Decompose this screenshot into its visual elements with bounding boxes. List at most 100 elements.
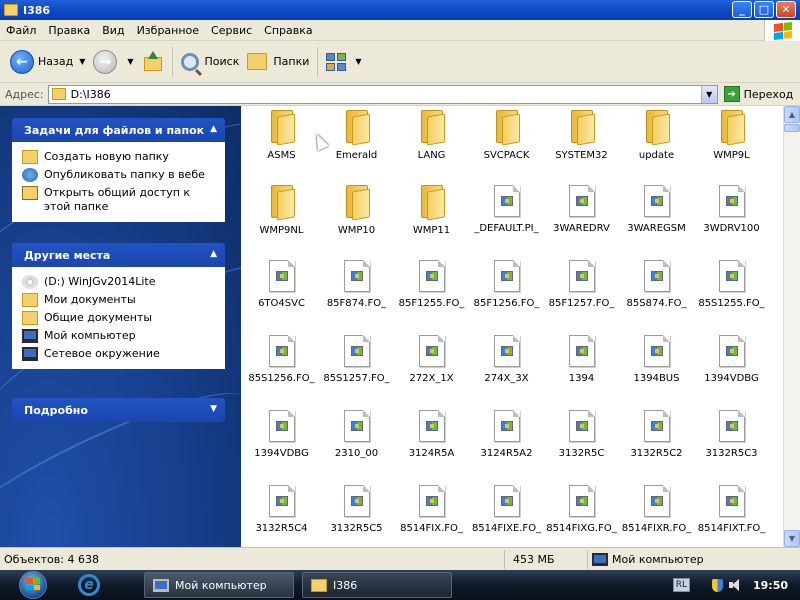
task-share-folder[interactable]: Открыть общий доступ к этой папке: [22, 184, 215, 216]
file-item[interactable]: 3WAREDRV: [544, 181, 619, 256]
file-item[interactable]: 274X_3X: [469, 331, 544, 406]
chevron-down-icon[interactable]: ▼: [355, 57, 361, 66]
expand-chevron-icon[interactable]: ▼: [210, 404, 217, 414]
taskbar-item-i386[interactable]: I386: [302, 572, 452, 598]
place-network[interactable]: Сетевое окружение: [22, 345, 215, 363]
folder-item[interactable]: update: [619, 106, 694, 181]
task-pane: Задачи для файлов и папок ▲ Создать нову…: [0, 106, 241, 547]
security-shield-icon[interactable]: [711, 578, 723, 592]
chevron-down-icon[interactable]: ▼: [127, 57, 133, 66]
file-item[interactable]: 1394VDBG: [694, 331, 769, 406]
file-item[interactable]: 6TO4SVC: [244, 256, 319, 331]
file-item[interactable]: 1394BUS: [619, 331, 694, 406]
file-item[interactable]: _DEFAULT.PI_: [469, 181, 544, 256]
file-item[interactable]: 8514FIXR.FO_: [619, 481, 694, 547]
shared-documents-icon: [22, 311, 38, 325]
network-icon: [22, 347, 38, 361]
minimize-button[interactable]: _: [732, 1, 752, 18]
folder-item[interactable]: SVCPACK: [469, 106, 544, 181]
file-item[interactable]: 85S1255.FO_: [694, 256, 769, 331]
menu-help[interactable]: Справка: [258, 24, 318, 37]
task-publish-web[interactable]: Опубликовать папку в вебе: [22, 166, 215, 184]
folder-item[interactable]: WMP9NL: [244, 181, 319, 256]
folder-item[interactable]: LANG: [394, 106, 469, 181]
place-my-documents[interactable]: Мои документы: [22, 291, 215, 309]
up-button[interactable]: [138, 44, 168, 80]
file-item[interactable]: 85F1257.FO_: [544, 256, 619, 331]
search-button[interactable]: Поиск: [177, 44, 244, 80]
scroll-thumb[interactable]: [784, 124, 800, 132]
file-item[interactable]: 3132R5C: [544, 406, 619, 481]
other-places-title: Другие места: [24, 248, 111, 262]
folders-button[interactable]: Папки: [243, 44, 313, 80]
menu-edit[interactable]: Правка: [42, 24, 96, 37]
file-item[interactable]: 85S874.FO_: [619, 256, 694, 331]
file-item[interactable]: 85F1255.FO_: [394, 256, 469, 331]
file-item[interactable]: 272X_1X: [394, 331, 469, 406]
folder-item[interactable]: ASMS: [244, 106, 319, 181]
file-item[interactable]: 3124R5A2: [469, 406, 544, 481]
folder-item[interactable]: Emerald: [319, 106, 394, 181]
menu-tools[interactable]: Сервис: [205, 24, 258, 37]
menu-file[interactable]: Файл: [0, 24, 42, 37]
folder-item[interactable]: WMP10: [319, 181, 394, 256]
file-item[interactable]: 3WAREGSM: [619, 181, 694, 256]
folder-item[interactable]: WMP11: [394, 181, 469, 256]
vertical-scrollbar[interactable]: ▲ ▼: [783, 106, 800, 547]
address-input[interactable]: D:\I386 ▼: [47, 84, 718, 104]
file-item[interactable]: 1394VDBG: [244, 406, 319, 481]
file-item[interactable]: 8514FIXE.FO_: [469, 481, 544, 547]
clock[interactable]: 19:50: [753, 579, 788, 592]
folder-item[interactable]: SYSTEM32: [544, 106, 619, 181]
place-label: Общие документы: [44, 311, 153, 324]
forward-button[interactable]: → ▼: [89, 44, 137, 80]
language-indicator[interactable]: RL: [672, 578, 690, 592]
file-item[interactable]: 85S1257.FO_: [319, 331, 394, 406]
file-item[interactable]: 3WDRV100: [694, 181, 769, 256]
file-item[interactable]: 85F874.FO_: [319, 256, 394, 331]
collapse-chevron-icon[interactable]: ▲: [210, 124, 217, 134]
menu-view[interactable]: Вид: [96, 24, 130, 37]
status-bar: Объектов: 4 638 453 МБ Мой компьютер: [0, 547, 800, 570]
file-item[interactable]: 8514FIXT.FO_: [694, 481, 769, 547]
views-button[interactable]: ▼: [322, 44, 365, 80]
chevron-down-icon[interactable]: ▼: [79, 57, 85, 66]
menu-favorites[interactable]: Избранное: [131, 24, 205, 37]
internet-explorer-icon[interactable]: e: [78, 574, 100, 596]
taskbar-item-my-computer[interactable]: Мой компьютер: [144, 572, 294, 598]
place-shared-documents[interactable]: Общие документы: [22, 309, 215, 327]
file-item[interactable]: 3132R5C4: [244, 481, 319, 547]
folder-item[interactable]: WMP9L: [694, 106, 769, 181]
system-file-icon: [568, 185, 595, 217]
file-item[interactable]: 8514FIXG.FO_: [544, 481, 619, 547]
system-file-icon: [418, 485, 445, 517]
file-item[interactable]: 3132R5C2: [619, 406, 694, 481]
close-button[interactable]: ✕: [776, 1, 796, 18]
maximize-button[interactable]: □: [754, 1, 774, 18]
file-tasks-header[interactable]: Задачи для файлов и папок ▲: [12, 118, 225, 142]
file-item[interactable]: 3124R5A: [394, 406, 469, 481]
item-label: 3132R5C3: [705, 448, 758, 459]
back-arrow-icon: ←: [10, 49, 34, 74]
place-cd-drive[interactable]: (D:) WinJGv2014Lite: [22, 273, 215, 291]
file-item[interactable]: 3132R5C5: [319, 481, 394, 547]
task-new-folder[interactable]: Создать новую папку: [22, 148, 215, 166]
my-computer-icon: [592, 552, 608, 566]
file-item[interactable]: 85S1256.FO_: [244, 331, 319, 406]
scroll-down-button[interactable]: ▼: [784, 530, 800, 547]
back-button[interactable]: ← Назад ▼: [6, 44, 89, 80]
other-places-header[interactable]: Другие места ▲: [12, 243, 225, 267]
file-item[interactable]: 85F1256.FO_: [469, 256, 544, 331]
details-header[interactable]: Подробно ▼: [12, 398, 225, 422]
file-item[interactable]: 3132R5C3: [694, 406, 769, 481]
file-item[interactable]: 2310_00: [319, 406, 394, 481]
go-button[interactable]: ➔ Переход: [723, 86, 793, 102]
volume-icon[interactable]: [728, 579, 741, 591]
address-dropdown-button[interactable]: ▼: [700, 85, 717, 103]
scroll-up-button[interactable]: ▲: [784, 106, 800, 123]
collapse-chevron-icon[interactable]: ▲: [210, 249, 217, 259]
file-item[interactable]: 1394: [544, 331, 619, 406]
file-item[interactable]: 8514FIX.FO_: [394, 481, 469, 547]
place-my-computer[interactable]: Мой компьютер: [22, 327, 215, 345]
start-button[interactable]: [16, 570, 52, 600]
